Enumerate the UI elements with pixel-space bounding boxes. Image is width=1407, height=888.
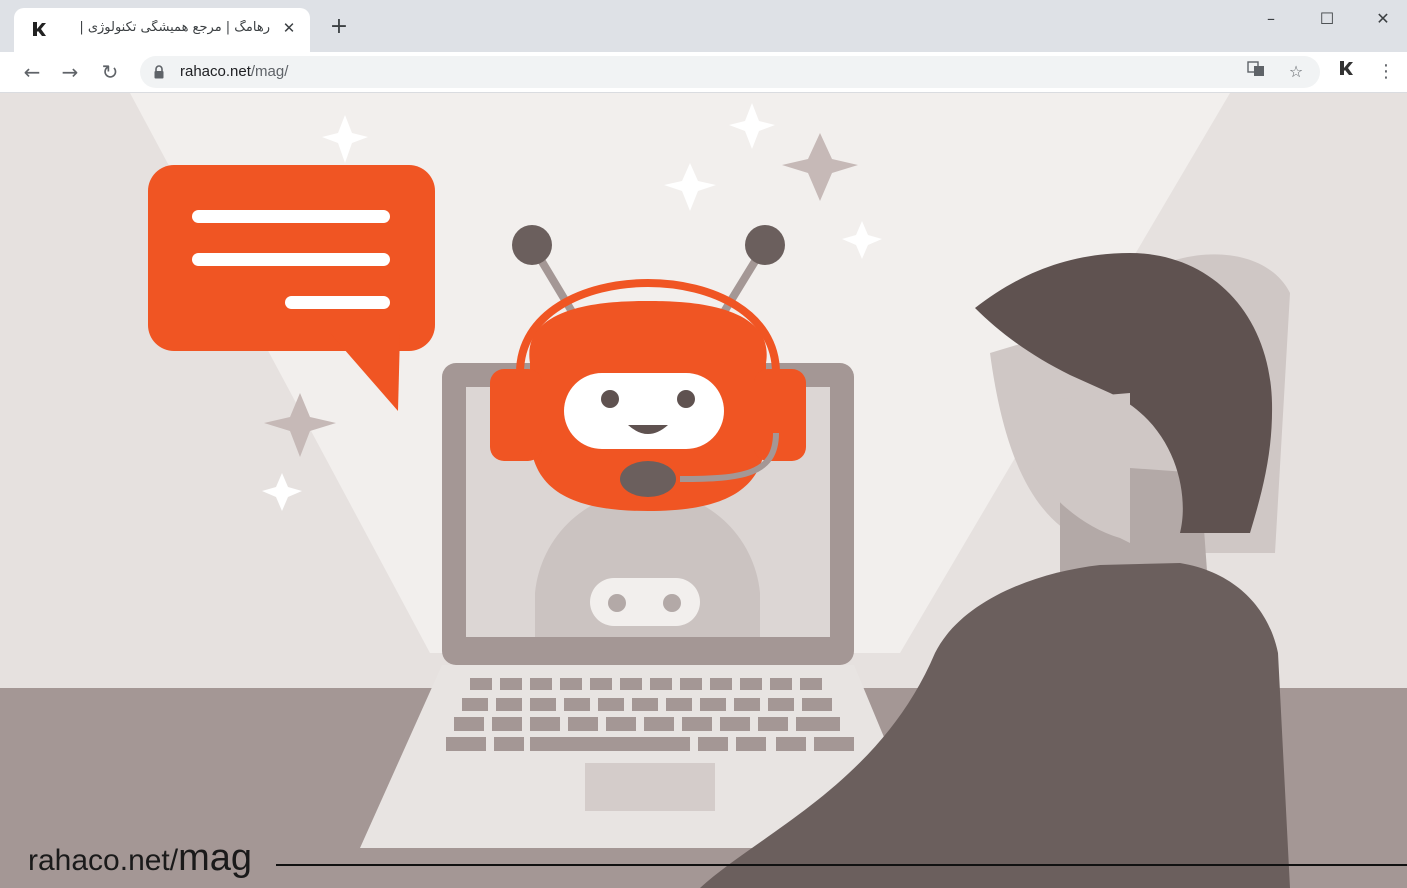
extension-icon[interactable] [1332, 58, 1360, 86]
url-host: rahaco.net [180, 63, 251, 80]
bookmark-star-icon[interactable]: ☆ [1284, 60, 1308, 84]
page-content: rahaco.net/mag [0, 93, 1407, 888]
new-tab-button[interactable]: + [326, 14, 352, 40]
caption-underline [276, 864, 1407, 866]
browser-tab[interactable]: رهامگ | مرجع همیشگی تکنولوژی | ✕ [14, 8, 310, 52]
tab-strip: رهامگ | مرجع همیشگی تکنولوژی | ✕ + – ☐ ✕ [0, 0, 1407, 52]
caption-suffix: mag [178, 837, 253, 879]
back-button[interactable]: ← [18, 58, 46, 86]
reload-button[interactable]: ↻ [96, 58, 124, 86]
lock-icon[interactable] [154, 65, 164, 79]
browser-toolbar: ← → ↻ rahaco.net/mag/ ☆ ⋮ [0, 52, 1407, 93]
menu-icon[interactable]: ⋮ [1372, 58, 1400, 86]
maximize-button[interactable]: ☐ [1304, 6, 1350, 32]
address-bar[interactable]: rahaco.net/mag/ ☆ [140, 56, 1320, 88]
chatbot-illustration [0, 93, 1407, 888]
url-text[interactable]: rahaco.net/mag/ [180, 63, 288, 80]
site-caption: rahaco.net/mag [28, 837, 252, 880]
close-window-button[interactable]: ✕ [1360, 6, 1406, 32]
translate-icon[interactable] [1244, 60, 1268, 84]
minimize-button[interactable]: – [1248, 6, 1294, 32]
rahaco-logo-icon [33, 22, 46, 36]
forward-button[interactable]: → [56, 58, 84, 86]
url-path: /mag/ [250, 63, 289, 80]
tab-title: رهامگ | مرجع همیشگی تکنولوژی | [79, 20, 270, 35]
tab-close-icon[interactable]: ✕ [278, 17, 300, 39]
caption-prefix: rahaco.net/ [28, 844, 179, 877]
